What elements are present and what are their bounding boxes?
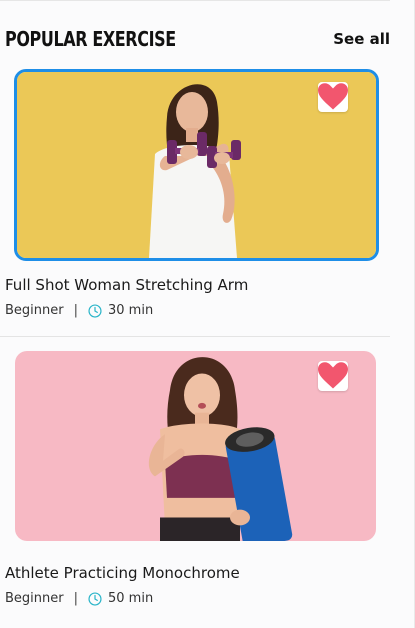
exercise-level: Beginner: [5, 591, 64, 606]
exercise-duration: 30 min: [108, 303, 154, 318]
exercise-level: Beginner: [5, 303, 64, 318]
meta-separator: |: [73, 303, 78, 318]
section-title: POPULAR EXERCISE: [5, 27, 176, 51]
exercise-duration: 50 min: [108, 591, 154, 606]
exercise-image[interactable]: [14, 69, 379, 261]
clock-icon: [88, 591, 102, 606]
exercise-card[interactable]: Full Shot Woman Stretching Arm Beginner …: [0, 69, 390, 318]
exercise-title: Full Shot Woman Stretching Arm: [5, 276, 249, 294]
top-divider: [0, 0, 390, 1]
exercise-card[interactable]: Athlete Practicing Monochrome Beginner |…: [0, 351, 390, 606]
exercise-meta: Beginner | 30 min: [5, 303, 153, 318]
clock-icon: [88, 303, 102, 318]
popular-exercise-screen: POPULAR EXERCISE See all Full Shot Woman…: [0, 0, 415, 628]
exercise-image[interactable]: [15, 351, 376, 541]
exercise-title: Athlete Practicing Monochrome: [5, 564, 240, 582]
heart-icon: [318, 83, 348, 110]
exercise-meta: Beginner | 50 min: [5, 591, 153, 606]
heart-icon: [318, 362, 348, 389]
favorite-button[interactable]: [318, 361, 348, 391]
see-all-link[interactable]: See all: [333, 30, 390, 48]
meta-separator: |: [73, 591, 78, 606]
favorite-button[interactable]: [318, 82, 348, 112]
card-divider: [0, 336, 390, 337]
